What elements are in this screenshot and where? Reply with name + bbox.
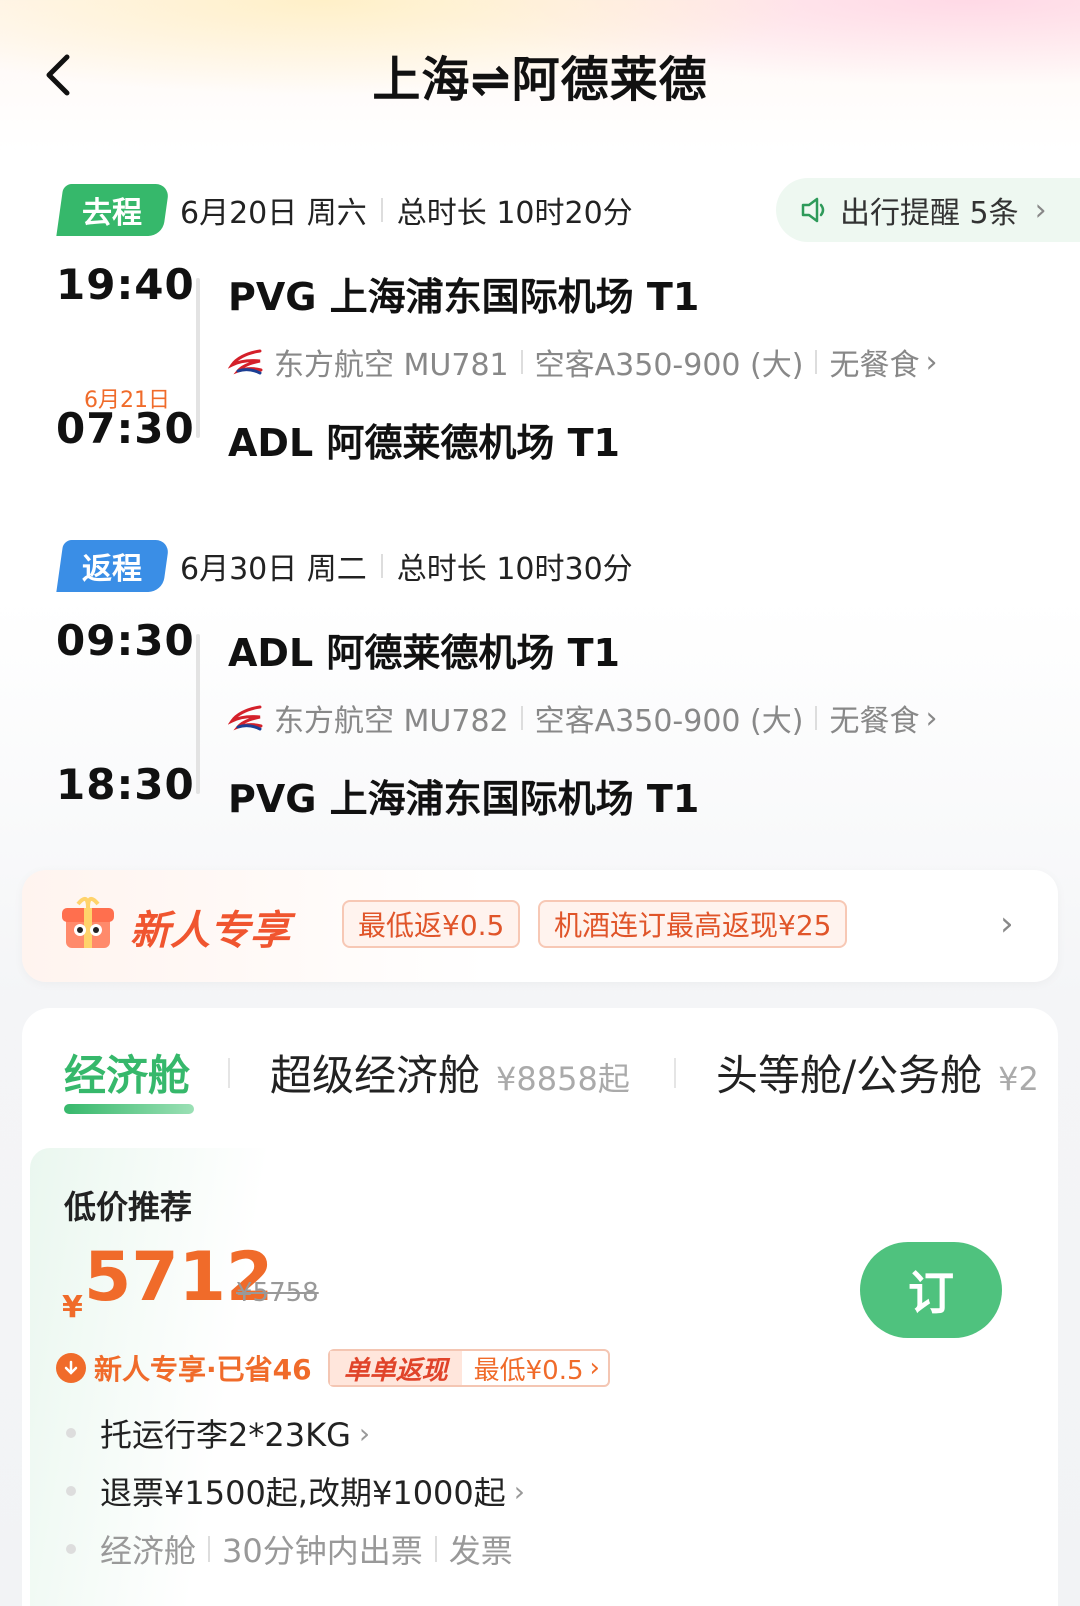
leg-header: 去程 6月20日 周六 总时长 10时20分 xyxy=(56,184,633,236)
tab-price: ¥8858起 xyxy=(496,1060,630,1098)
cabin-card: 经济舱 超级经济舱 ¥8858起 头等舱/公务舱 ¥2 低价推荐 ¥ 5712 … xyxy=(22,1008,1058,1606)
return-tag: 返程 xyxy=(56,540,170,592)
bullet xyxy=(66,1544,76,1554)
cashback-tag: 单单返现 xyxy=(329,1351,462,1386)
cashback-badge[interactable]: 单单返现 最低¥0.5 › xyxy=(327,1349,610,1387)
chevron-right-icon: › xyxy=(1034,192,1047,228)
route-line xyxy=(196,634,200,794)
low-price-recommend: 低价推荐 ¥ 5712 ¥5758 订 新人专享·已省46 单单返现 最低¥0.… xyxy=(30,1148,1034,1606)
divider xyxy=(520,350,523,374)
recommend-title: 低价推荐 xyxy=(64,1188,193,1226)
depart-airport: ADL 阿德莱德机场 T1 xyxy=(228,631,620,675)
reminder-label: 出行提醒 5条 xyxy=(840,196,1019,231)
airline-flight: 东方航空 MU782 xyxy=(274,704,509,739)
divider xyxy=(228,1058,230,1088)
divider xyxy=(380,554,383,578)
cabin-class: 经济舱 xyxy=(100,1532,197,1570)
divider xyxy=(380,198,383,222)
chevron-right-icon: › xyxy=(925,700,938,736)
currency-symbol: ¥ xyxy=(62,1290,83,1325)
leg-header: 返程 6月30日 周二 总时长 10时30分 xyxy=(56,540,633,592)
speaker-icon xyxy=(801,197,825,223)
page-title: 上海⇌阿德莱德 xyxy=(372,52,708,108)
refund-text: 退票¥1500起,改期¥1000起 xyxy=(100,1474,506,1512)
divider xyxy=(815,706,818,730)
original-price: ¥5758 xyxy=(236,1278,319,1308)
invoice: 发票 xyxy=(448,1532,513,1570)
china-eastern-logo-icon xyxy=(228,705,263,731)
cashback-value: 最低¥0.5 xyxy=(473,1355,584,1386)
leg-date: 6月20日 周六 xyxy=(180,196,367,231)
tab-economy[interactable]: 经济舱 xyxy=(64,1042,190,1103)
tab-premium-economy[interactable]: 超级经济舱 ¥8858起 xyxy=(270,1042,630,1103)
outbound-leg: 去程 6月20日 周六 总时长 10时20分 出行提醒 5条 › 19:40 P… xyxy=(0,178,1080,484)
meal: 无餐食 xyxy=(829,704,920,739)
new-user-promo-banner[interactable]: 新人专享 最低返¥0.5 机酒连订最高返现¥25 › xyxy=(22,870,1058,982)
return-leg: 返程 6月30日 周二 总时长 10时30分 09:30 ADL 阿德莱德机场 … xyxy=(0,540,1080,840)
divider xyxy=(434,1536,437,1562)
chevron-right-icon: › xyxy=(358,1416,371,1450)
route-line xyxy=(196,278,200,438)
active-tab-indicator xyxy=(64,1104,194,1114)
leg-duration: 总时长 10时20分 xyxy=(396,196,633,231)
arrive-time: 07:30 xyxy=(56,404,195,453)
chevron-right-icon: › xyxy=(513,1474,525,1508)
tab-first-business[interactable]: 头等舱/公务舱 ¥2 xyxy=(716,1042,1058,1103)
ticketing-time: 30分钟内出票 xyxy=(222,1532,423,1570)
gift-mascot-icon xyxy=(62,896,114,948)
china-eastern-logo-icon xyxy=(228,349,263,375)
baggage-row[interactable]: 托运行李2*23KG › xyxy=(66,1410,370,1456)
flight-info[interactable]: 东方航空 MU782 空客A350-900 (大) 无餐食 › xyxy=(228,696,937,740)
outbound-tag: 去程 xyxy=(56,184,170,236)
bullet xyxy=(66,1428,76,1438)
saving-text: 新人专享·已省46 xyxy=(94,1353,312,1386)
flight-info[interactable]: 东方航空 MU781 空客A350-900 (大) 无餐食 › xyxy=(228,340,937,384)
tab-price: ¥2 xyxy=(998,1060,1039,1098)
aircraft: 空客A350-900 (大) xyxy=(534,348,804,383)
divider xyxy=(520,706,523,730)
chevron-right-icon: › xyxy=(1000,904,1014,944)
promo-title: 新人专享 xyxy=(130,908,290,954)
discount-row[interactable]: 新人专享·已省46 单单返现 最低¥0.5 › xyxy=(56,1348,610,1388)
arrive-airport: PVG 上海浦东国际机场 T1 xyxy=(228,777,700,821)
refund-row[interactable]: 退票¥1500起,改期¥1000起 › xyxy=(66,1468,525,1514)
meal: 无餐食 xyxy=(829,348,920,383)
cabin-tabs: 经济舱 超级经济舱 ¥8858起 头等舱/公务舱 ¥2 xyxy=(22,1008,1058,1128)
chevron-right-icon: › xyxy=(589,1353,600,1383)
divider xyxy=(208,1536,211,1562)
header: 上海⇌阿德莱德 xyxy=(0,0,1080,150)
leg-date: 6月30日 周二 xyxy=(180,552,367,587)
divider xyxy=(815,350,818,374)
aircraft: 空客A350-900 (大) xyxy=(534,704,804,739)
promo-chip-cashback: 最低返¥0.5 xyxy=(342,900,521,948)
promo-chip-bundle: 机酒连订最高返现¥25 xyxy=(538,900,848,948)
arrive-airport: ADL 阿德莱德机场 T1 xyxy=(228,421,620,465)
baggage-text: 托运行李2*23KG xyxy=(100,1416,351,1454)
divider xyxy=(674,1058,676,1088)
arrive-time: 18:30 xyxy=(56,760,195,809)
down-arrow-icon xyxy=(56,1353,86,1383)
airline-flight: 东方航空 MU781 xyxy=(274,348,509,383)
ticket-info-row: 经济舱 30分钟内出票 发票 xyxy=(66,1526,513,1572)
depart-time: 19:40 xyxy=(56,260,195,309)
leg-duration: 总时长 10时30分 xyxy=(396,552,633,587)
book-button[interactable]: 订 xyxy=(860,1242,1002,1338)
depart-airport: PVG 上海浦东国际机场 T1 xyxy=(228,275,700,319)
travel-reminder-button[interactable]: 出行提醒 5条 › xyxy=(776,178,1080,242)
chevron-right-icon: › xyxy=(925,344,938,380)
bullet xyxy=(66,1486,76,1496)
depart-time: 09:30 xyxy=(56,616,195,665)
